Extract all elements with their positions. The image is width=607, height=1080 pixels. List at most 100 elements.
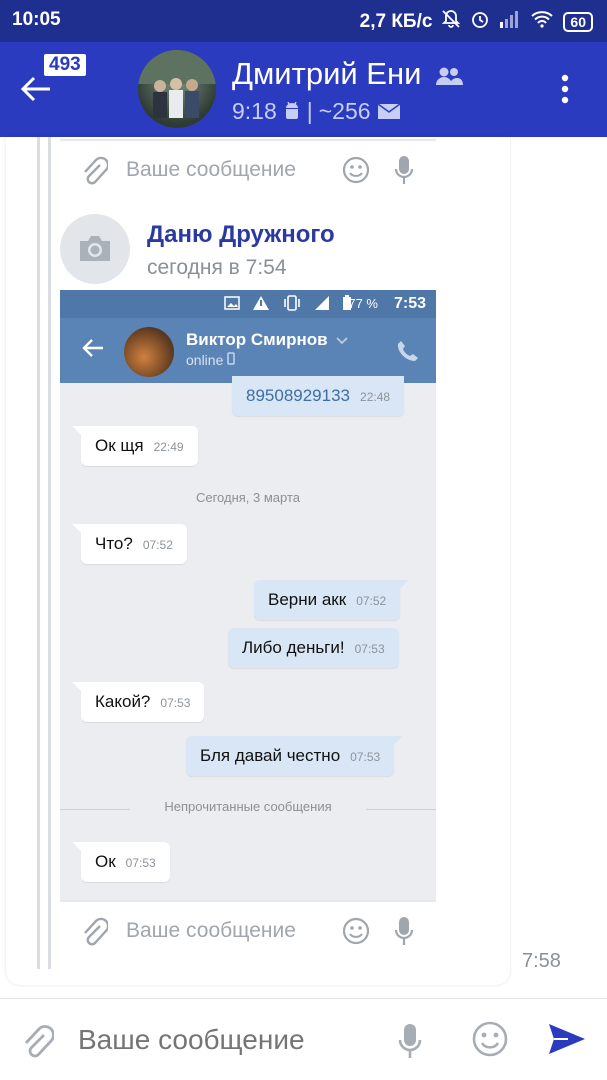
screenshot-status-icons [224, 295, 352, 311]
chat-message: Ок щя 22:49 [72, 426, 198, 466]
forwarded-input-bar: Ваше сообщение [60, 900, 436, 962]
message-time: 22:48 [360, 390, 391, 404]
attached-screenshot[interactable]: 77 % 7:53 Виктор Смирнов online 89508929… [60, 290, 436, 902]
message-text: 89508929133 [246, 386, 351, 405]
emoji-icon [342, 917, 370, 945]
mail-icon [377, 103, 401, 119]
sender-name[interactable]: Даню Дружного [147, 221, 335, 249]
unread-separator: Непрочитанные сообщения [60, 799, 436, 819]
chat-message: Какой? 07:53 [72, 682, 205, 722]
send-icon[interactable] [548, 1023, 586, 1055]
contact-name-text: Дмитрий Ени [232, 56, 422, 91]
bubble-tail [395, 580, 410, 594]
separator-line [60, 809, 130, 810]
mute-icon [441, 9, 461, 35]
message-text: Либо деньги! [242, 638, 345, 657]
screenshot-contact-name: Виктор Смирнов [186, 330, 348, 350]
back-button[interactable]: 493 [20, 50, 100, 120]
forward-line [37, 137, 40, 969]
network-speed: 2,7 КБ/с [359, 11, 433, 32]
status-time: 10:05 [12, 9, 61, 30]
warning-icon [253, 296, 269, 310]
status-icons: 2,7 КБ/с 60 [360, 9, 593, 35]
chat-message: Бля давай честно 07:53 [186, 736, 404, 776]
bubble-tail [72, 524, 86, 538]
chat-message: Что? 07:52 [72, 524, 187, 564]
image-icon [224, 296, 240, 310]
message-text: Верни акк [268, 590, 347, 609]
status-bar: 10:05 2,7 КБ/с 60 [0, 0, 607, 42]
unread-count-badge: 493 [44, 54, 86, 76]
camera-icon [80, 236, 110, 261]
bubble-tail [72, 426, 86, 440]
chat-message: Верни акк 07:52 [254, 580, 410, 620]
emoji-icon [342, 156, 370, 184]
chat-header: 493 Дмитрий Ени 9:18 | ~256 [0, 42, 607, 137]
phone-icon [397, 341, 418, 361]
more-menu-button[interactable] [561, 74, 569, 109]
battery-indicator: 60 [563, 12, 593, 32]
message-count: ~256 [318, 98, 371, 124]
forwarded-input-placeholder: Ваше сообщение [126, 919, 296, 942]
mic-icon [394, 917, 414, 945]
message-time: 07:53 [160, 696, 191, 710]
screenshot-avatar [124, 327, 174, 377]
forwarded-input-bar: Ваше сообщение [60, 139, 436, 201]
signal-icon [499, 10, 521, 34]
forwarded-input-placeholder: Ваше сообщение [126, 158, 296, 181]
message-text: Ок [95, 852, 116, 871]
sender-time: сегодня в 7:54 [147, 256, 287, 279]
message-text: Что? [95, 534, 133, 553]
divider [60, 139, 436, 141]
separator: | [306, 98, 313, 124]
screenshot-battery: 77 % [348, 296, 378, 311]
attach-icon[interactable] [20, 1023, 54, 1059]
separator-line [366, 809, 436, 810]
screenshot-status-text: online [186, 352, 224, 368]
avatar[interactable] [138, 50, 216, 128]
contact-subtitle: 9:18 | ~256 [232, 98, 401, 125]
forward-line [48, 137, 51, 969]
mic-icon[interactable] [398, 1023, 422, 1059]
more-vert-icon [561, 74, 569, 104]
attach-icon [84, 917, 108, 946]
message-time: 07:52 [142, 538, 173, 552]
date-separator: Сегодня, 3 марта [195, 490, 301, 505]
chevron-down-icon [336, 337, 348, 345]
bubble-tail [72, 842, 86, 856]
screenshot-contact-status: online [186, 352, 235, 368]
bubble-tail [389, 736, 404, 750]
message-time: 07:53 [354, 642, 385, 656]
screenshot-header: Виктор Смирнов online [60, 318, 436, 383]
message-text: Какой? [95, 692, 151, 711]
bubble-tail [72, 682, 86, 696]
wifi-icon [530, 10, 554, 34]
android-icon [285, 101, 298, 119]
mobile-icon [227, 352, 235, 365]
contact-name[interactable]: Дмитрий Ени [232, 56, 464, 92]
alarm-icon [470, 9, 490, 35]
message-input[interactable] [78, 1017, 378, 1063]
message-time: 07:53 [125, 856, 156, 870]
message-timestamp: 7:58 [522, 950, 561, 972]
last-seen-time: 9:18 [232, 98, 277, 124]
mic-icon [394, 156, 414, 184]
attach-icon [84, 156, 108, 185]
message-text: Бля давай честно [200, 746, 341, 765]
chat-message: Либо деньги! 07:53 [228, 628, 399, 668]
group-icon [436, 67, 464, 85]
message-text: Ок щя [95, 436, 144, 455]
message-time: 22:49 [153, 440, 184, 454]
message-time: 07:52 [356, 594, 387, 608]
unread-separator-text: Непрочитанные сообщения [164, 799, 332, 814]
emoji-icon[interactable] [472, 1021, 508, 1057]
back-arrow-icon [20, 76, 50, 102]
vibrate-icon [284, 295, 300, 311]
signal-icon [315, 296, 329, 310]
chat-message: Ок 07:53 [72, 842, 170, 882]
sender-avatar[interactable] [60, 214, 130, 284]
chat-message: 89508929133 22:48 [232, 376, 405, 416]
screenshot-status-bar: 77 % 7:53 [60, 290, 436, 318]
screenshot-contact-name-text: Виктор Смирнов [186, 330, 328, 349]
message-time: 07:53 [350, 750, 381, 764]
